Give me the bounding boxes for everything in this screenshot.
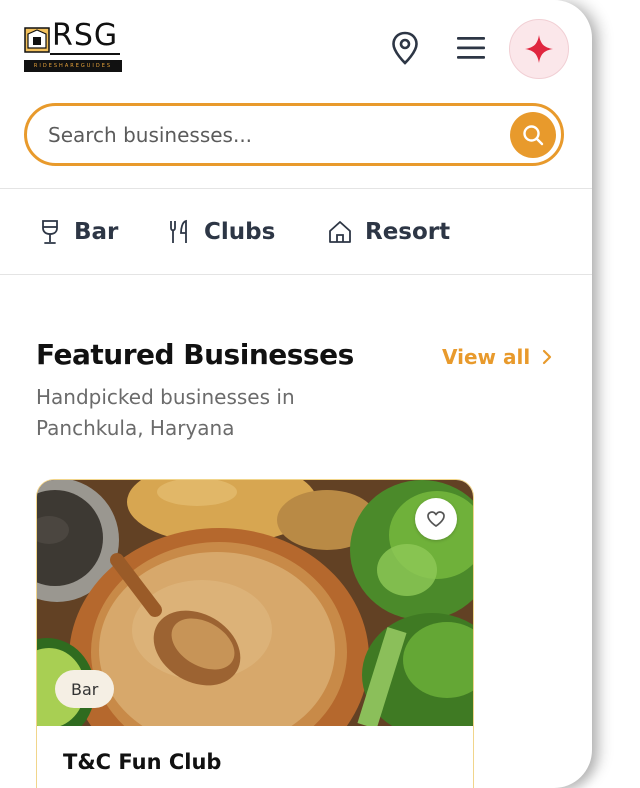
category-clubs[interactable]: Clubs: [168, 212, 275, 252]
category-bar[interactable]: Bar: [38, 212, 118, 252]
section-subtitle: Handpicked businesses in Panchkula, Hary…: [36, 385, 295, 440]
search-input[interactable]: [46, 121, 490, 148]
home-icon: [329, 221, 351, 243]
wine-glass-icon: [42, 220, 58, 244]
app-screen: RSG RIDESHAREGUIDES Search businesses...…: [0, 0, 592, 788]
search-icon: [523, 125, 544, 146]
logo-tagline: RIDESHAREGUIDES: [24, 60, 122, 72]
assistant-button[interactable]: [509, 19, 569, 79]
menu-button[interactable]: [452, 28, 490, 68]
favorite-button[interactable]: [415, 498, 457, 540]
sparkle-icon: [525, 35, 553, 63]
chevron-right-icon: [543, 349, 552, 365]
divider: [0, 274, 592, 275]
fork-knife-icon: [170, 219, 187, 243]
view-all-link[interactable]: View all: [442, 345, 552, 369]
hamburger-menu-icon: [457, 37, 485, 59]
business-card[interactable]: Bar T&C Fun Club: [36, 479, 474, 788]
logo-emblem-icon: [24, 27, 50, 53]
search-button[interactable]: [510, 112, 556, 158]
divider: [0, 188, 592, 189]
category-label: Clubs: [204, 219, 276, 245]
category-resort[interactable]: Resort: [327, 212, 450, 252]
section-title: Featured Businesses: [36, 338, 354, 371]
search-bar: [24, 103, 564, 166]
view-all-label: View all: [442, 345, 531, 369]
map-pin-icon: [392, 31, 418, 65]
business-name[interactable]: T&C Fun Club: [63, 750, 221, 774]
category-badge: Bar: [55, 670, 115, 708]
logo-underline: [50, 53, 120, 55]
logo-text: RSG: [52, 18, 119, 53]
category-label: Resort: [365, 219, 451, 245]
heart-icon: [427, 511, 445, 527]
logo[interactable]: RSG RIDESHAREGUIDES: [24, 18, 122, 72]
category-label: Bar: [74, 219, 119, 245]
location-button[interactable]: [386, 28, 424, 68]
